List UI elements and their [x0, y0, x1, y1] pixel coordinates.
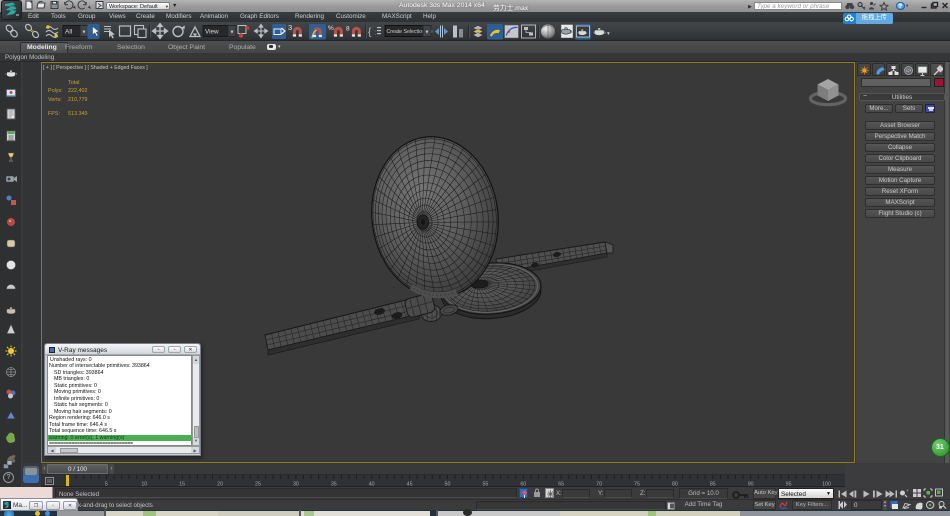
svg-text:8: 8	[346, 26, 350, 33]
svg-text:View: View	[205, 29, 219, 36]
svg-text:▼: ▼	[230, 30, 235, 36]
svg-text:All: All	[65, 29, 73, 36]
svg-text:%: %	[328, 25, 334, 32]
svg-text:{: {	[368, 27, 372, 38]
svg-text:▾: ▾	[607, 31, 610, 37]
svg-text:▼: ▼	[425, 30, 430, 36]
svg-text::: :	[374, 28, 376, 37]
svg-text:S: S	[906, 69, 910, 75]
svg-text:+: +	[906, 488, 909, 493]
svg-text:3: 3	[288, 23, 292, 32]
svg-text:▼: ▼	[82, 30, 87, 36]
